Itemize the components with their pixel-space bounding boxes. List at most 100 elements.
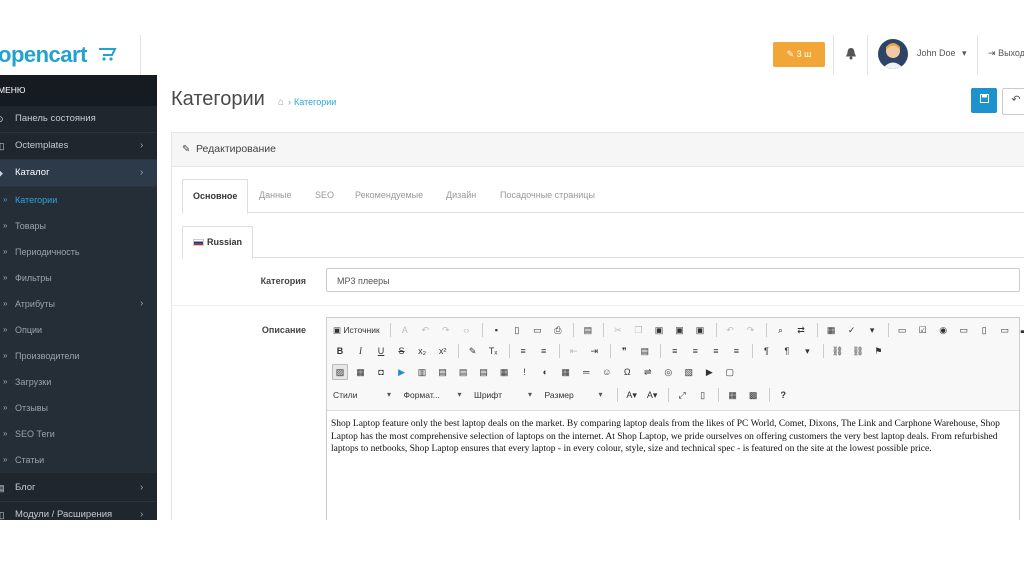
layout-icon[interactable]: ▥ [415,365,429,379]
columns-icon[interactable]: ▤ [436,365,450,379]
form-icon[interactable]: ▭ [895,323,909,337]
sidebar-item-extensions[interactable]: ◧ Модули / Расширения › [0,502,157,520]
styles-dropdown[interactable]: Стили [333,390,391,400]
smiley-icon[interactable]: ☺ [600,365,614,379]
tab-landing-pages[interactable]: Посадочные страницы [500,179,595,212]
paste-word-icon[interactable]: ▣ [693,323,707,337]
tab-language-russian[interactable]: Russian [182,226,254,259]
sidebar-subitem-attributes[interactable]: » Атрибуты › [0,291,157,317]
subscript-icon[interactable]: x₂ [415,344,429,358]
sidebar-item-dashboard[interactable]: ⊙ Панель состояния [0,106,157,133]
paste-text-icon[interactable]: ▣ [672,323,686,337]
category-name-input[interactable]: MP3 плееры [326,268,1020,292]
size-dropdown[interactable]: Размер [545,390,603,400]
sidebar-subitem-filters[interactable]: » Фильтры [0,265,157,291]
tab-seo[interactable]: SEO [315,179,334,212]
tab-general[interactable]: Основное [182,179,249,214]
columns2-icon[interactable]: ▤ [456,365,470,379]
code-icon[interactable]: ‹› [459,323,473,337]
indent-icon[interactable]: ⇥ [587,344,601,358]
find-icon[interactable]: ⌕ [774,323,788,337]
align-right-icon[interactable]: ≡ [709,344,723,358]
home-icon[interactable]: ⌂ [278,97,284,108]
table-icon[interactable]: ▦ [559,365,573,379]
undo2-icon[interactable]: ↶ [723,323,737,337]
textarea-icon[interactable]: ▯ [977,323,991,337]
sidebar-subitem-products[interactable]: » Товары [0,213,157,239]
strikethrough-icon[interactable]: S [395,344,409,358]
special-char-icon[interactable]: Ω [620,365,634,379]
sidebar-subitem-reviews[interactable]: » Отзывы [0,395,157,421]
bell-icon[interactable] [845,47,857,60]
copy-format-icon[interactable]: ✎ [466,344,480,358]
undo-icon[interactable]: ↶ [418,323,432,337]
spellcheck-icon[interactable]: ✓ [845,323,859,337]
sidebar-subitem-seo-tags[interactable]: » SEO Теги [0,421,157,447]
placeholder-icon[interactable]: ▧ [682,365,696,379]
new-page-icon[interactable]: ▯ [510,323,524,337]
youtube-icon[interactable]: ▶ [702,365,716,379]
italic-icon[interactable]: I [354,344,368,358]
camera-icon[interactable]: ◘ [374,365,388,379]
bulleted-list-icon[interactable]: ≡ [537,344,551,358]
iframe-icon[interactable]: ◎ [661,365,675,379]
cut-icon[interactable]: ✂ [611,323,625,337]
sidebar-subitem-recurring[interactable]: » Периодичность [0,239,157,265]
bg-color-icon[interactable]: A▾ [645,388,659,402]
scayt-icon[interactable]: ▾ [865,323,879,337]
bold-icon[interactable]: B [333,344,347,358]
columns3-icon[interactable]: ▤ [477,365,491,379]
save-icon[interactable]: ▪ [489,323,503,337]
sidebar-subitem-articles[interactable]: » Статьи [0,447,157,473]
avatar[interactable] [878,39,908,69]
language-icon[interactable]: ▾ [800,344,814,358]
rtl-icon[interactable]: ¶ [780,344,794,358]
sidebar-item-octemplates[interactable]: ◧ Octemplates › [0,133,157,160]
horizontal-rule-icon[interactable]: ═ [579,365,593,379]
sidebar-subitem-categories[interactable]: » Категории [0,187,157,213]
breadcrumb-categories[interactable]: Категории [294,97,336,107]
maximize-icon[interactable]: ⤢ [675,388,689,402]
text-icon[interactable]: A [398,323,412,337]
align-left-icon[interactable]: ≡ [668,344,682,358]
exclamation-icon[interactable]: ! [518,365,532,379]
tab-recommended[interactable]: Рекомендуемые [355,179,423,212]
align-justify-icon[interactable]: ≡ [729,344,743,358]
redo-icon[interactable]: ↷ [439,323,453,337]
numbered-list-icon[interactable]: ≡ [516,344,530,358]
source-button[interactable]: ▣ Источник [333,325,380,336]
link-icon[interactable]: ⛓ [830,344,844,358]
print-icon[interactable]: ⎙ [551,323,565,337]
underline-icon[interactable]: U [374,344,388,358]
tab-design[interactable]: Дизайн [446,179,476,212]
table-tools-icon[interactable]: ▦ [726,388,740,402]
blockquote-icon[interactable]: ❞ [617,344,631,358]
page-break-icon[interactable]: ⇌ [641,365,655,379]
qr-icon[interactable]: ▩ [746,388,760,402]
help-icon[interactable]: ? [776,388,790,402]
user-menu[interactable]: John Doe ▾ [917,48,967,59]
table-grid-icon[interactable]: ▦ [354,365,368,379]
select-icon[interactable]: ▭ [998,323,1012,337]
radio-icon[interactable]: ◉ [936,323,950,337]
redo2-icon[interactable]: ↷ [744,323,758,337]
grid-icon[interactable]: ▦ [497,365,511,379]
format-dropdown[interactable]: Формат... [404,390,462,400]
tab-data[interactable]: Данные [259,179,292,212]
anchor-icon[interactable]: ⚑ [871,344,885,358]
sidebar-subitem-options[interactable]: » Опции [0,317,157,343]
show-blocks-icon[interactable]: ▯ [696,388,710,402]
logo[interactable]: opencart [0,35,141,75]
editor-content[interactable]: Shop Laptop feature only the best laptop… [331,418,1011,456]
remove-format-icon[interactable]: Tₓ [486,344,500,358]
sidebar-item-catalog[interactable]: ◆ Каталог › [0,160,157,187]
preview-frame-icon[interactable]: ▢ [723,365,737,379]
save-button[interactable] [971,88,997,113]
textfield-icon[interactable]: ▭ [957,323,971,337]
checkbox-icon[interactable]: ☑ [916,323,930,337]
superscript-icon[interactable]: x² [436,344,450,358]
div-icon[interactable]: ▤ [638,344,652,358]
text-color-icon[interactable]: A▾ [625,388,639,402]
unlink-icon[interactable]: ⛓ [851,344,865,358]
templates-icon[interactable]: ▤ [581,323,595,337]
